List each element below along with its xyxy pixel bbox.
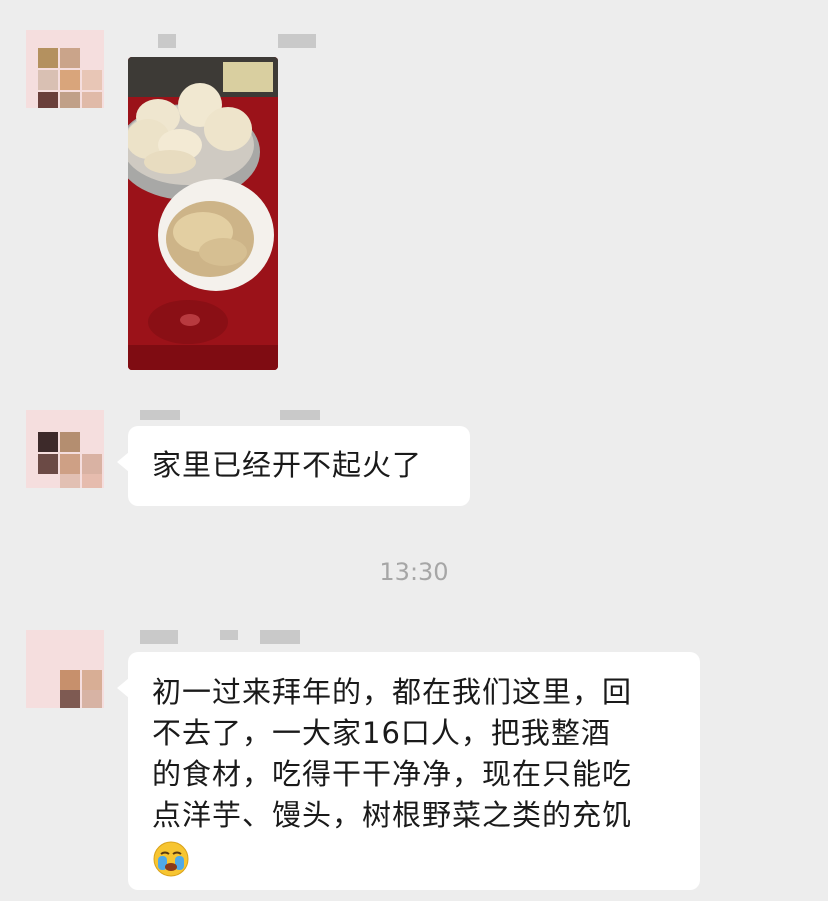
timestamp: 13:30 — [379, 558, 449, 586]
avatar[interactable] — [26, 30, 104, 108]
crying-face-emoji-icon — [152, 840, 190, 878]
message-bubble[interactable]: 家里已经开不起火了 — [117, 426, 470, 506]
message-text-line: 点洋芋、馒头，树根野菜之类的充饥 — [152, 798, 633, 832]
message-photo[interactable] — [128, 57, 278, 370]
message-bubble[interactable]: 初一过来拜年的，都在我们这里，回 不去了，一大家16口人，把我整酒 的食材，吃得… — [117, 652, 700, 890]
message-text-line: 初一过来拜年的，都在我们这里，回 — [152, 675, 633, 709]
avatar[interactable] — [26, 630, 104, 708]
food-photo-image — [128, 57, 278, 370]
chat-history: 家里已经开不起火了 13:30 初一过来拜年的，都在我们这里，回 不去了，一大家… — [0, 0, 828, 901]
message-text-line: 的食材，吃得干干净净，现在只能吃 — [152, 757, 633, 791]
avatar[interactable] — [26, 410, 104, 488]
message-text: 家里已经开不起火了 — [152, 448, 423, 482]
message-text-line: 不去了，一大家16口人，把我整酒 — [152, 716, 611, 750]
